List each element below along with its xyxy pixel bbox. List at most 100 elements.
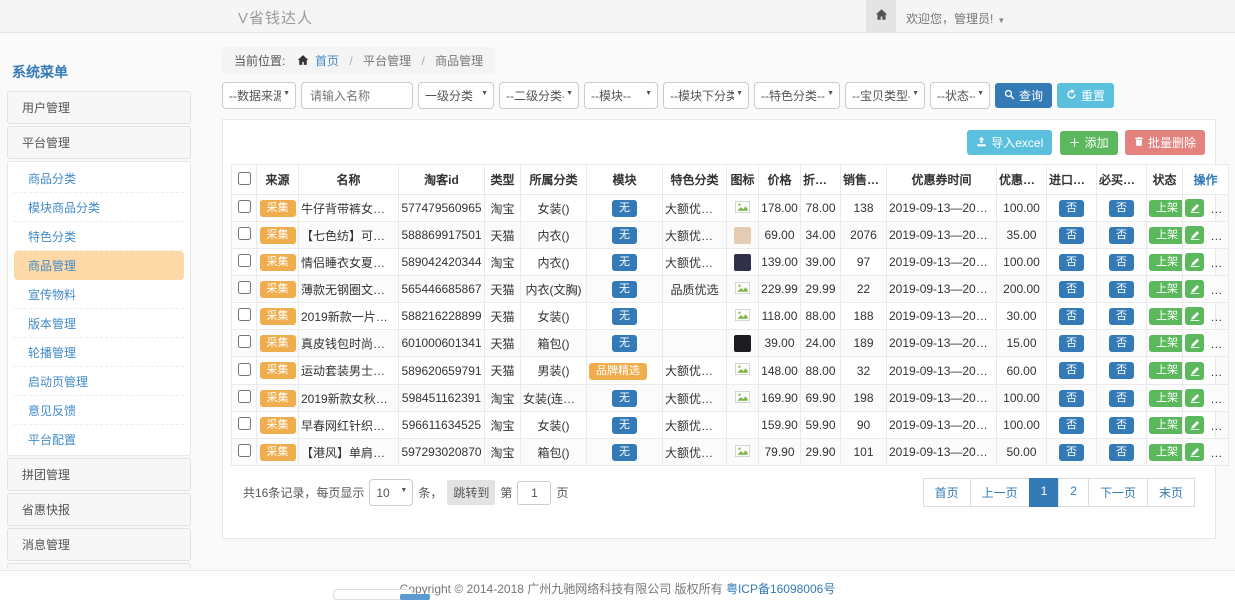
must-buy-badge[interactable]: 否 <box>1109 444 1134 461</box>
sidebar-section[interactable]: 消息管理 <box>7 528 191 561</box>
sidebar-item[interactable]: 意见反馈 <box>14 396 184 425</box>
row-checkbox[interactable] <box>238 363 251 376</box>
user-menu[interactable]: 欢迎您，管理员!▼ <box>906 10 1005 27</box>
delete-button[interactable] <box>1210 389 1228 407</box>
import-select-badge[interactable]: 否 <box>1059 444 1084 461</box>
filter-select[interactable]: --状态-- <box>930 82 990 109</box>
import-select-badge[interactable]: 否 <box>1059 227 1084 244</box>
edit-button[interactable] <box>1185 389 1204 407</box>
must-buy-badge[interactable]: 否 <box>1109 200 1134 217</box>
status-badge[interactable]: 上架 <box>1149 281 1183 298</box>
select-all-checkbox[interactable] <box>238 172 251 185</box>
add-button[interactable]: ＋ 添加 <box>1060 131 1118 155</box>
sidebar-item[interactable]: 模块商品分类 <box>14 193 184 222</box>
row-checkbox[interactable] <box>238 227 251 240</box>
row-checkbox[interactable] <box>238 254 251 267</box>
import-select-badge[interactable]: 否 <box>1059 281 1084 298</box>
row-checkbox[interactable] <box>238 390 251 403</box>
edit-button[interactable] <box>1185 443 1204 461</box>
filter-select[interactable]: 一级分类 <box>418 82 494 109</box>
filter-select[interactable]: --宝贝类型-- <box>845 82 925 109</box>
per-page-select[interactable]: 10 <box>369 479 413 506</box>
row-checkbox[interactable] <box>238 281 251 294</box>
import-excel-button[interactable]: 导入excel <box>967 130 1052 155</box>
sidebar-item[interactable]: 启动页管理 <box>14 367 184 396</box>
must-buy-badge[interactable]: 否 <box>1109 227 1134 244</box>
filter-select[interactable]: --模块-- <box>584 82 658 109</box>
page-button[interactable]: 2 <box>1058 478 1089 507</box>
sidebar-section[interactable]: 平台管理 <box>7 126 191 159</box>
page-button[interactable]: 末页 <box>1147 478 1195 507</box>
must-buy-badge[interactable]: 否 <box>1109 281 1134 298</box>
import-select-badge[interactable]: 否 <box>1059 200 1084 217</box>
import-select-badge[interactable]: 否 <box>1059 335 1084 352</box>
status-badge[interactable]: 上架 <box>1149 444 1183 461</box>
delete-button[interactable] <box>1210 334 1228 352</box>
edit-button[interactable] <box>1185 334 1204 352</box>
page-button[interactable]: 上一页 <box>970 478 1030 507</box>
status-badge[interactable]: 上架 <box>1149 308 1183 325</box>
row-checkbox[interactable] <box>238 335 251 348</box>
row-checkbox[interactable] <box>238 308 251 321</box>
must-buy-badge[interactable]: 否 <box>1109 390 1134 407</box>
must-buy-badge[interactable]: 否 <box>1109 308 1134 325</box>
delete-button[interactable] <box>1210 362 1228 380</box>
status-badge[interactable]: 上架 <box>1149 200 1183 217</box>
import-select-badge[interactable]: 否 <box>1059 417 1084 434</box>
filter-select[interactable]: --模块下分类-- <box>663 82 749 109</box>
page-number-input[interactable] <box>517 481 551 505</box>
import-select-badge[interactable]: 否 <box>1059 390 1084 407</box>
page-button[interactable]: 首页 <box>923 478 971 507</box>
delete-button[interactable] <box>1210 280 1228 298</box>
sidebar-section[interactable]: 拼团管理 <box>7 458 191 491</box>
delete-button[interactable] <box>1210 226 1228 244</box>
reset-button[interactable]: 重置 <box>1057 83 1114 108</box>
delete-button[interactable] <box>1210 253 1228 271</box>
edit-button[interactable] <box>1185 362 1204 380</box>
search-button[interactable]: 查询 <box>995 83 1052 108</box>
edit-button[interactable] <box>1185 253 1204 271</box>
sidebar-item[interactable]: 轮播管理 <box>14 338 184 367</box>
batch-delete-button[interactable]: 批量删除 <box>1125 130 1205 155</box>
delete-button[interactable] <box>1210 199 1228 217</box>
status-badge[interactable]: 上架 <box>1149 254 1183 271</box>
sidebar-item[interactable]: 平台配置 <box>14 425 184 453</box>
row-checkbox[interactable] <box>238 417 251 430</box>
must-buy-badge[interactable]: 否 <box>1109 417 1134 434</box>
status-badge[interactable]: 上架 <box>1149 390 1183 407</box>
status-badge[interactable]: 上架 <box>1149 335 1183 352</box>
delete-button[interactable] <box>1210 416 1228 434</box>
status-badge[interactable]: 上架 <box>1149 362 1183 379</box>
edit-button[interactable] <box>1185 307 1204 325</box>
import-select-badge[interactable]: 否 <box>1059 254 1084 271</box>
delete-button[interactable] <box>1210 443 1228 461</box>
filter-select[interactable]: --数据来源-- <box>222 82 296 109</box>
delete-button[interactable] <box>1210 307 1228 325</box>
import-select-badge[interactable]: 否 <box>1059 308 1084 325</box>
filter-select[interactable]: --特色分类-- <box>754 82 840 109</box>
page-button[interactable]: 下一页 <box>1088 478 1148 507</box>
edit-button[interactable] <box>1185 280 1204 298</box>
must-buy-badge[interactable]: 否 <box>1109 335 1134 352</box>
sidebar-item[interactable]: 商品管理 <box>14 251 184 280</box>
sidebar-item[interactable]: 宣传物料 <box>14 280 184 309</box>
must-buy-badge[interactable]: 否 <box>1109 254 1134 271</box>
filter-select[interactable]: --二级分类-- <box>499 82 579 109</box>
edit-button[interactable] <box>1185 199 1204 217</box>
sidebar-item[interactable]: 特色分类 <box>14 222 184 251</box>
sidebar-section[interactable]: 用户管理 <box>7 91 191 124</box>
jump-button[interactable]: 跳转到 <box>447 480 495 505</box>
home-shortcut-button[interactable] <box>866 0 896 32</box>
edit-button[interactable] <box>1185 226 1204 244</box>
status-badge[interactable]: 上架 <box>1149 227 1183 244</box>
edit-button[interactable] <box>1185 416 1204 434</box>
sidebar-section[interactable]: 省惠快报 <box>7 493 191 526</box>
sidebar-item[interactable]: 版本管理 <box>14 309 184 338</box>
icp-link[interactable]: 粤ICP备16098006号 <box>726 582 835 596</box>
row-checkbox[interactable] <box>238 200 251 213</box>
sidebar-section[interactable]: 订单管理 <box>7 563 191 568</box>
import-select-badge[interactable]: 否 <box>1059 362 1084 379</box>
name-search-input[interactable] <box>301 82 413 109</box>
sidebar-item[interactable]: 商品分类 <box>14 164 184 193</box>
must-buy-badge[interactable]: 否 <box>1109 362 1134 379</box>
